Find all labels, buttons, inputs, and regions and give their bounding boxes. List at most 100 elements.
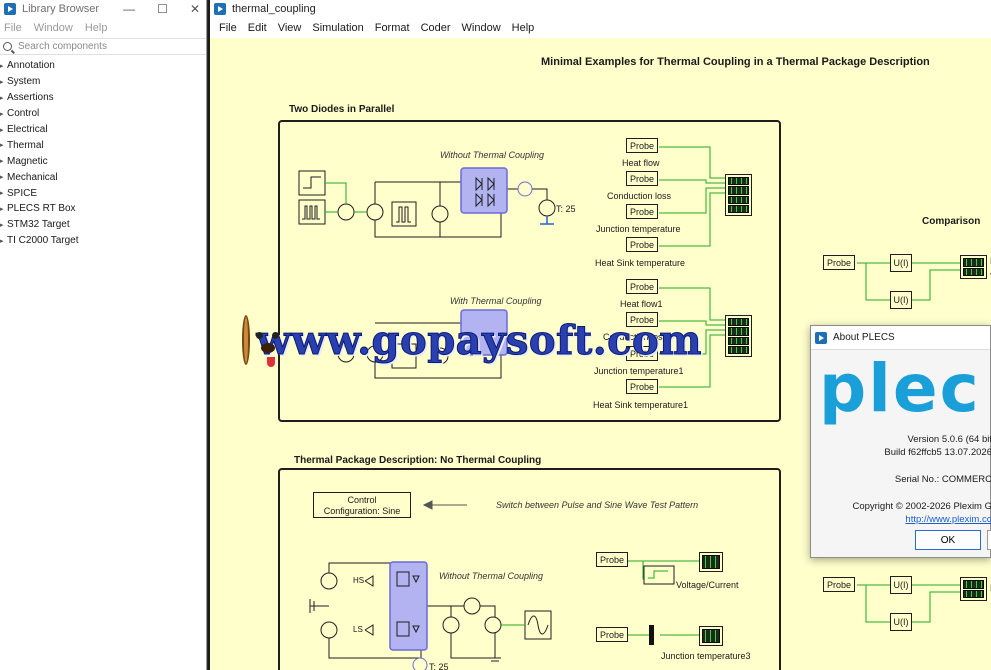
- scope-block[interactable]: [725, 315, 752, 357]
- gate-label-hs: HS: [353, 576, 365, 585]
- switch-note: Switch between Pulse and Sine Wave Test …: [496, 500, 699, 510]
- menu-file[interactable]: File: [4, 22, 22, 34]
- model-titlebar: thermal_coupling: [210, 0, 991, 18]
- ui-block[interactable]: U(I): [890, 613, 912, 631]
- menu-view[interactable]: View: [278, 22, 302, 34]
- library-menubar: File Window Help: [0, 19, 206, 37]
- probe-block[interactable]: Probe: [596, 552, 628, 567]
- plecs-app-icon: [214, 3, 226, 15]
- about-title: About PLECS: [833, 332, 895, 343]
- probe-block[interactable]: Probe: [596, 627, 628, 642]
- tree-item-stm32-target[interactable]: ▸ STM32 Target: [0, 217, 206, 233]
- menu-window[interactable]: Window: [462, 22, 501, 34]
- scope-block[interactable]: [960, 577, 987, 601]
- chevron-right-icon: ▸: [0, 142, 4, 150]
- model-menubar: File Edit View Simulation Format Coder W…: [210, 19, 991, 37]
- chevron-right-icon: ▸: [0, 62, 4, 70]
- library-titlebar: Library Browser — ☐ ✕: [0, 0, 206, 18]
- scope-block[interactable]: [699, 626, 723, 646]
- chevron-right-icon: ▸: [0, 205, 4, 213]
- probe-block[interactable]: Probe: [626, 138, 658, 153]
- tree-item-system[interactable]: ▸ System: [0, 74, 206, 90]
- probe-block[interactable]: Probe: [626, 237, 658, 252]
- menu-help[interactable]: Help: [85, 22, 108, 34]
- subsystem-two-diodes[interactable]: [278, 120, 781, 422]
- gate-label-ls: LS: [353, 625, 363, 634]
- menu-file[interactable]: File: [219, 22, 237, 34]
- scope-label-junction3: Junction temperature3: [661, 651, 751, 661]
- watermark-text: www.gopaysoft.com: [256, 316, 702, 364]
- plecs-app-icon: [4, 3, 16, 15]
- control-configuration-block[interactable]: Control Configuration: Sine: [313, 492, 411, 518]
- secondary-button[interactable]: [987, 530, 991, 550]
- search-box: [0, 38, 206, 55]
- minimize-icon[interactable]: —: [123, 2, 135, 16]
- scope-block[interactable]: [725, 174, 752, 216]
- about-dialog: About PLECS plec Version 5.0.6 (64 bit B…: [810, 325, 991, 558]
- menu-coder[interactable]: Coder: [421, 22, 451, 34]
- tree-item-electrical[interactable]: ▸ Electrical: [0, 122, 206, 138]
- probe-block[interactable]: Probe: [626, 171, 658, 186]
- watermark: www.gopaysoft.com: [242, 310, 702, 370]
- temperature-label: T: 25: [556, 204, 576, 214]
- chevron-right-icon: ▸: [0, 221, 4, 229]
- menu-edit[interactable]: Edit: [248, 22, 267, 34]
- ui-block[interactable]: U(I): [890, 254, 912, 272]
- maximize-icon[interactable]: ☐: [157, 2, 168, 16]
- probe-block[interactable]: Probe: [626, 279, 658, 294]
- plexim-link[interactable]: http://www.plexim.co: [905, 514, 991, 525]
- group-label-comparison: Comparison: [922, 216, 981, 227]
- menu-window[interactable]: Window: [34, 22, 73, 34]
- tree-item-thermal[interactable]: ▸ Thermal: [0, 137, 206, 153]
- probe-label: Heat flow: [622, 158, 660, 168]
- group-label-two-diodes: Two Diodes in Parallel: [289, 104, 395, 115]
- search-icon: [3, 42, 12, 51]
- probe-block[interactable]: Probe: [823, 577, 855, 592]
- serial-text: Serial No.: COMMERC: [894, 474, 991, 485]
- group-label-no-coupling: Thermal Package Description: No Thermal …: [294, 455, 542, 466]
- label-with-coupling: With Thermal Coupling: [450, 296, 542, 306]
- search-input[interactable]: [18, 41, 198, 52]
- copyright-text: Copyright © 2002-2026 Plexim G: [852, 501, 991, 512]
- tree-item-control[interactable]: ▸ Control: [0, 106, 206, 122]
- scope-block[interactable]: [960, 255, 987, 279]
- probe-label: Heat flow1: [620, 299, 663, 309]
- probe-block[interactable]: Probe: [626, 379, 658, 394]
- probe-block[interactable]: Probe: [823, 255, 855, 270]
- ui-block[interactable]: U(I): [890, 291, 912, 309]
- chevron-right-icon: ▸: [0, 158, 4, 166]
- model-title: thermal_coupling: [232, 3, 316, 15]
- temperature-label: T: 25: [429, 662, 449, 670]
- menu-format[interactable]: Format: [375, 22, 410, 34]
- probe-block[interactable]: Probe: [626, 204, 658, 219]
- tree-item-spice[interactable]: ▸ SPICE: [0, 185, 206, 201]
- label-without-coupling: Without Thermal Coupling: [440, 150, 544, 160]
- plecs-app-icon: [815, 331, 827, 344]
- chevron-right-icon: ▸: [0, 110, 4, 118]
- ok-button[interactable]: OK: [915, 530, 981, 550]
- tree-item-magnetic[interactable]: ▸ Magnetic: [0, 153, 206, 169]
- version-text: Version 5.0.6 (64 bit: [907, 434, 991, 445]
- scope-block[interactable]: [699, 552, 723, 572]
- tree-item-annotation[interactable]: ▸ Annotation: [0, 58, 206, 74]
- chevron-right-icon: ▸: [0, 126, 4, 134]
- tree-item-plecs-rt-box[interactable]: ▸ PLECS RT Box: [0, 201, 206, 217]
- about-titlebar: About PLECS: [811, 326, 990, 350]
- library-browser-window: Library Browser — ☐ ✕ File Window Help ▸…: [0, 0, 207, 670]
- plecs-logo: plec: [819, 350, 981, 427]
- chevron-right-icon: ▸: [0, 190, 4, 198]
- tree-item-assertions[interactable]: ▸ Assertions: [0, 90, 206, 106]
- ui-block[interactable]: U(I): [890, 576, 912, 594]
- build-text: Build f62ffcb5 13.07.2026: [884, 447, 991, 458]
- chevron-right-icon: ▸: [0, 237, 4, 245]
- library-title: Library Browser: [22, 3, 100, 15]
- component-tree: ▸ Annotation ▸ System ▸ Assertions ▸ Control…: [0, 58, 206, 249]
- menu-help[interactable]: Help: [512, 22, 535, 34]
- close-icon[interactable]: ✕: [190, 2, 200, 16]
- probe-label: Heat Sink temperature: [595, 258, 686, 268]
- menu-simulation[interactable]: Simulation: [312, 22, 363, 34]
- probe-label: Junction temperature: [596, 224, 681, 234]
- tree-item-mechanical[interactable]: ▸ Mechanical: [0, 169, 206, 185]
- tree-item-ti-c2000-target[interactable]: ▸ TI C2000 Target: [0, 233, 206, 249]
- probe-label: Conduction loss: [607, 191, 672, 201]
